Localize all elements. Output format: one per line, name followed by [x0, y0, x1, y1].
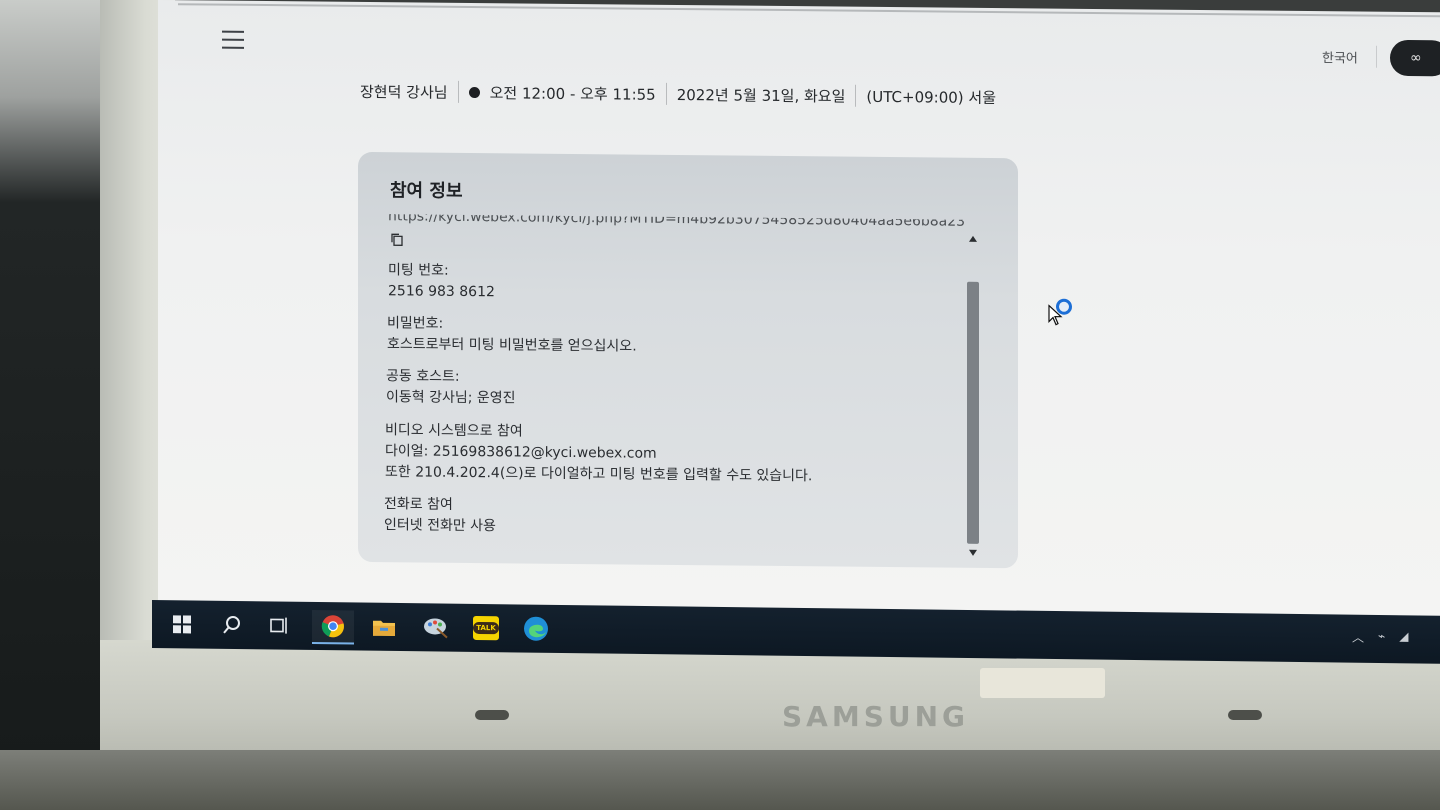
- wifi-icon[interactable]: ◢: [1399, 629, 1408, 646]
- divider: [855, 84, 857, 107]
- copy-icon[interactable]: [390, 232, 404, 246]
- paint-icon[interactable]: [418, 611, 454, 643]
- password-note: 호스트로부터 미팅 비밀번호를 얻으십시오.: [387, 336, 637, 355]
- network-icon[interactable]: ⌁: [1378, 629, 1385, 646]
- cohost-section: 공동 호스트: 이동혁 강사님; 운영진: [386, 366, 516, 409]
- video-system-section: 비디오 시스템으로 참여 다이얼: 25169838612@kyci.webex…: [385, 420, 812, 487]
- window-top-border: [178, 3, 1440, 18]
- menu-icon[interactable]: [222, 30, 244, 51]
- card-title: 참여 정보: [390, 180, 463, 202]
- scrollbar[interactable]: [966, 232, 980, 558]
- kakaotalk-icon[interactable]: TALK: [468, 612, 504, 644]
- phone-note: 인터넷 전화만 사용: [384, 517, 496, 535]
- tray-chevron-icon[interactable]: ︿: [1352, 629, 1364, 646]
- meeting-date: 2022년 5월 31일, 화요일: [676, 85, 846, 106]
- phone-section: 전화로 참여 인터넷 전화만 사용: [384, 494, 496, 537]
- cohost-label: 공동 호스트:: [386, 368, 460, 385]
- video-dial-note: 또한 210.4.202.4(으)로 다이얼하고 미팅 번호를 입력할 수도 있…: [385, 464, 813, 485]
- system-tray: ︿ ⌁ ◢: [1352, 629, 1408, 647]
- language-selector[interactable]: 한국어: [1322, 47, 1358, 66]
- meeting-time: 오전 12:00 - 오후 11:55: [489, 83, 656, 104]
- scroll-thumb[interactable]: [967, 281, 979, 544]
- room-background: [0, 0, 115, 810]
- task-view-icon[interactable]: [262, 609, 298, 641]
- chrome-icon[interactable]: [312, 609, 354, 645]
- meeting-number-value: 2516 983 8612: [388, 283, 495, 301]
- divider: [457, 80, 459, 103]
- header-divider: [1376, 45, 1377, 68]
- desk-surface: [0, 750, 1440, 810]
- meeting-host: 장현덕 강사님: [360, 82, 448, 102]
- cohost-names: 이동혁 강사님; 운영진: [386, 389, 516, 407]
- meeting-timezone: (UTC+09:00) 서울: [866, 87, 997, 107]
- meeting-number-label: 미팅 번호:: [388, 262, 449, 279]
- bezel-slot-right: [1228, 710, 1262, 720]
- profile-icon: ∞: [1410, 50, 1422, 67]
- status-dot-icon: [468, 86, 480, 98]
- edge-icon[interactable]: [518, 612, 554, 644]
- meeting-link[interactable]: https://kyci.webex.com/kyci/j.php?MTID=m…: [388, 214, 965, 230]
- divider: [665, 82, 667, 105]
- bezel-sensor: [980, 668, 1105, 698]
- bezel-slot-left: [475, 710, 509, 720]
- busy-spinner-icon: [1056, 298, 1072, 315]
- meeting-summary-bar: 장현덕 강사님 오전 12:00 - 오후 11:55 2022년 5월 31일…: [360, 80, 996, 108]
- monitor-brand-logo: SAMSUNG: [782, 700, 970, 733]
- profile-button[interactable]: ∞: [1390, 39, 1440, 77]
- kakaotalk-label: TALK: [473, 621, 499, 635]
- phone-label: 전화로 참여: [384, 496, 453, 513]
- scroll-down-arrow-icon[interactable]: [969, 549, 977, 556]
- join-info-scroll-area[interactable]: https://kyci.webex.com/kyci/j.php?MTID=m…: [382, 214, 972, 560]
- scroll-up-arrow-icon[interactable]: [969, 235, 977, 242]
- file-explorer-icon[interactable]: [366, 611, 402, 643]
- search-icon[interactable]: [214, 609, 250, 641]
- windows-start-icon[interactable]: [164, 608, 200, 640]
- meeting-number-section: 미팅 번호: 2516 983 8612: [388, 260, 495, 303]
- password-label: 비밀번호:: [387, 315, 444, 332]
- join-info-card: 참여 정보 https://kyci.webex.com/kyci/j.php?…: [358, 151, 1018, 569]
- password-section: 비밀번호: 호스트로부터 미팅 비밀번호를 얻으십시오.: [387, 313, 637, 357]
- screen: 한국어 ∞ 장현덕 강사님 오전 12:00 - 오후 11:55 2022년 …: [158, 0, 1440, 633]
